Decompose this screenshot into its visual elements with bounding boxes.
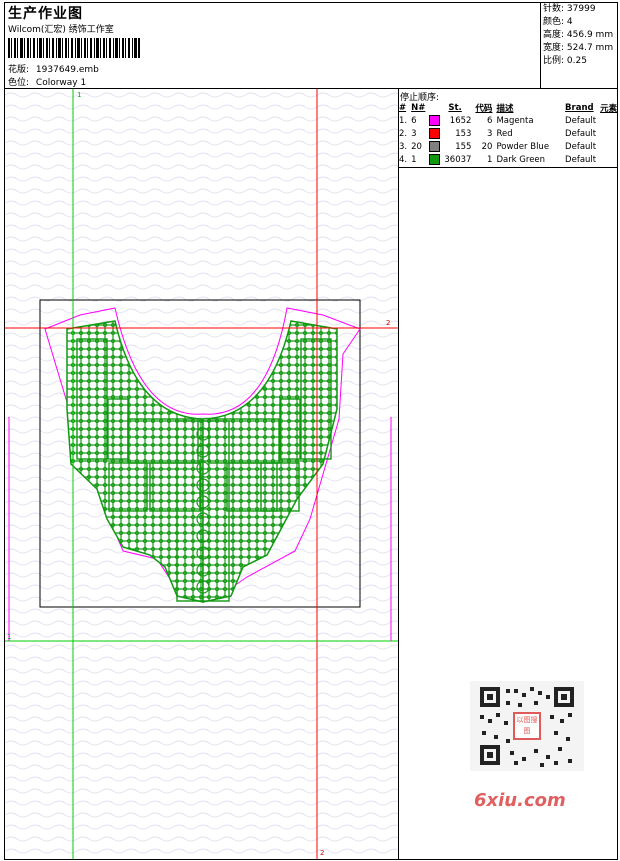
col-index: # <box>399 102 407 113</box>
stats-panel: 针数: 37999 颜色: 4 高度: 456.9 mm 宽度: 524.7 m… <box>543 3 613 68</box>
company-name: Wilcom(汇宏) 绣饰工作室 <box>8 25 114 35</box>
height-value: 456.9 mm <box>566 30 614 40</box>
color-swatch <box>429 115 441 126</box>
colorway-label: 色位: <box>8 78 30 88</box>
table-divider <box>398 167 618 168</box>
colorway-value: Colorway 1 <box>35 78 87 88</box>
stitches-value: 37999 <box>566 4 596 14</box>
width-value: 524.7 mm <box>566 43 614 53</box>
design-label: 花版: <box>8 65 30 75</box>
col-code: 代码 <box>475 103 493 114</box>
color-swatch <box>429 154 441 165</box>
col-needle: N# <box>411 102 426 113</box>
qr-code-watermark: 以图搜图 <box>470 681 584 771</box>
table-row: 1. 6 1652 6 Magenta Default <box>399 115 597 126</box>
colorway-row: 色位: Colorway 1 <box>8 75 86 88</box>
width-label: 宽度: <box>543 43 565 53</box>
col-brand: Brand <box>565 102 594 113</box>
stitches-label: 针数: <box>543 4 565 14</box>
table-row: 3. 20 155 20 Powder Blue Default <box>399 141 597 152</box>
col-element: 元素 <box>600 103 618 114</box>
guide-label-left: 1 <box>7 633 11 641</box>
stats-divider <box>540 2 541 88</box>
design-canvas: 1 2 1 2 <box>5 89 398 859</box>
colors-label: 颜色: <box>543 17 565 27</box>
watermark-site: 6xiu.com <box>474 790 566 811</box>
guide-label-top: 1 <box>77 91 81 99</box>
guide-label-right: 2 <box>386 319 390 327</box>
scale-label: 比例: <box>543 56 565 66</box>
col-desc: 描述 <box>496 103 514 114</box>
table-row: 2. 3 153 3 Red Default <box>399 128 597 139</box>
col-stitches: St. <box>448 102 462 113</box>
frame-top <box>4 2 618 3</box>
color-swatch <box>429 128 441 139</box>
guide-label-bottom: 2 <box>320 849 324 857</box>
color-swatch <box>429 141 441 152</box>
colors-value: 4 <box>566 17 573 27</box>
watermark-stamp: 以图搜图 <box>516 716 538 735</box>
design-row: 花版: 1937649.emb <box>8 62 99 75</box>
col-swatch <box>427 101 442 114</box>
panel-divider <box>398 88 399 860</box>
table-header-row: # N# St. 代码 描述 Brand 元素 <box>397 101 619 114</box>
scale-value: 0.25 <box>566 56 587 66</box>
table-row: 4. 1 36037 1 Dark Green Default <box>399 154 597 165</box>
stop-sequence-table: # N# St. 代码 描述 Brand 元素 1. 6 1652 6 Mage… <box>397 101 619 166</box>
barcode <box>8 38 140 58</box>
frame-bottom <box>4 859 618 860</box>
page-title: 生产作业图 <box>8 6 83 22</box>
height-label: 高度: <box>543 30 565 40</box>
design-value: 1937649.emb <box>35 65 99 75</box>
